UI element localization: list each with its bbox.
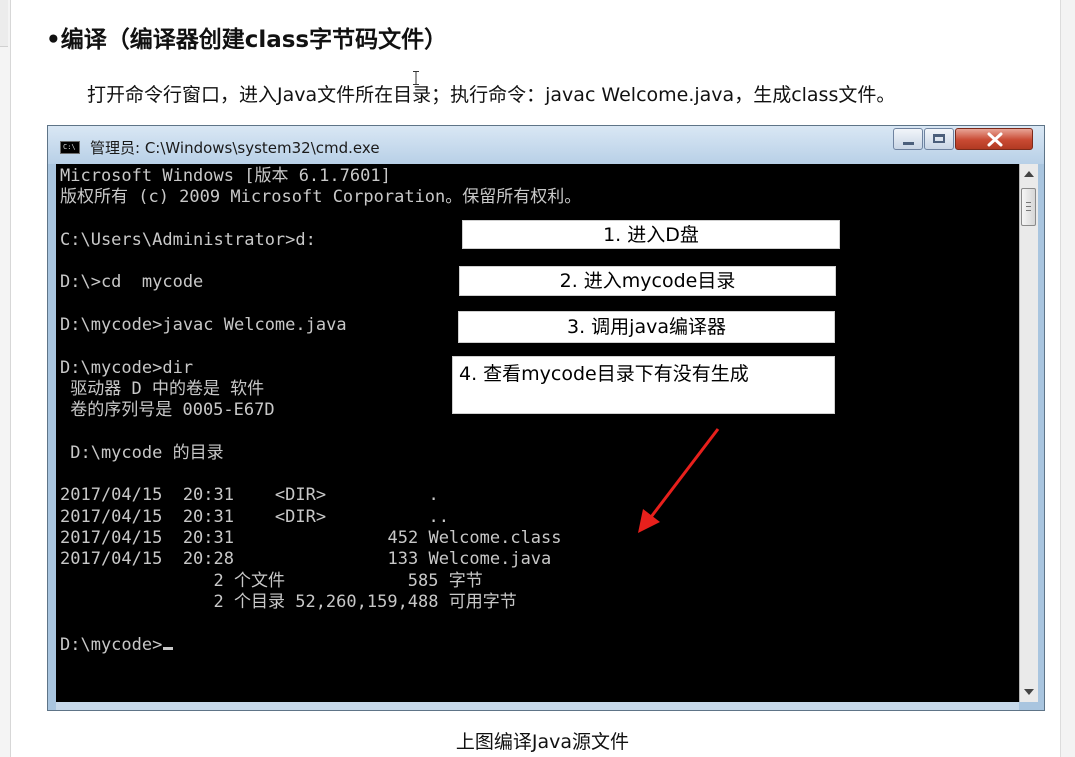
console-line: 2 个目录 52,260,159,488 可用字节 — [60, 591, 517, 612]
console-line: D:\mycode> — [60, 635, 581, 656]
figure-caption: 上图编译Java源文件 — [455, 731, 630, 753]
instruction-paragraph: 打开命令行窗口，进入Java文件所在目录；执行命令：javac Welcome.… — [87, 84, 896, 106]
cmd-titlebar: C:\ 管理员: C:\Windows\system32\cmd.exe — [48, 126, 1044, 164]
left-page-edge — [0, 0, 11, 757]
red-arrow-icon — [638, 428, 720, 533]
scroll-up-icon[interactable] — [1024, 171, 1034, 177]
close-button[interactable] — [955, 128, 1033, 150]
scroll-down-icon[interactable] — [1024, 689, 1034, 695]
text-cursor-icon — [413, 71, 419, 85]
cmd-app-icon: C:\ — [60, 141, 80, 154]
scroll-thumb[interactable] — [1021, 188, 1036, 226]
console-line: 2017/04/15 20:31 <DIR> . — [60, 485, 439, 506]
minimize-button[interactable] — [893, 128, 923, 150]
left-edge-marker — [0, 0, 8, 47]
minimize-icon — [903, 142, 914, 145]
console-line: D:\mycode 的目录 — [60, 442, 224, 463]
console-line: 版权所有 (c) 2009 Microsoft Corporation。保留所有… — [60, 187, 582, 208]
callout-step-4: 4. 查看mycode目录下有没有生成 — [452, 356, 835, 414]
console-caret — [163, 646, 174, 650]
maximize-icon — [933, 134, 945, 143]
console-line: Microsoft Windows [版本 6.1.7601] — [60, 166, 391, 186]
console-line: 2017/04/15 20:31 452 Welcome.class — [60, 528, 562, 549]
maximize-button[interactable] — [924, 128, 954, 150]
callout-step-2: 2. 进入mycode目录 — [459, 266, 836, 296]
right-page-edge — [1060, 0, 1075, 757]
console-bottom-border — [56, 702, 1019, 710]
section-heading: •编译（编译器创建class字节码文件） — [46, 27, 448, 53]
close-icon — [987, 132, 1003, 147]
callout-step-1: 1. 进入D盘 — [462, 220, 840, 249]
console-vertical-scrollbar[interactable] — [1019, 164, 1038, 702]
console-line: 2 个文件 585 字节 — [60, 570, 483, 591]
console-line: 2017/04/15 20:31 <DIR> .. — [60, 506, 449, 527]
callout-step-3: 3. 调用java编译器 — [458, 311, 835, 343]
cmd-window-screenshot: C:\ 管理员: C:\Windows\system32\cmd.exe Mic… — [47, 125, 1045, 711]
cmd-window-title: 管理员: C:\Windows\system32\cmd.exe — [90, 139, 380, 157]
console-line: 2017/04/15 20:28 133 Welcome.java — [60, 549, 552, 570]
